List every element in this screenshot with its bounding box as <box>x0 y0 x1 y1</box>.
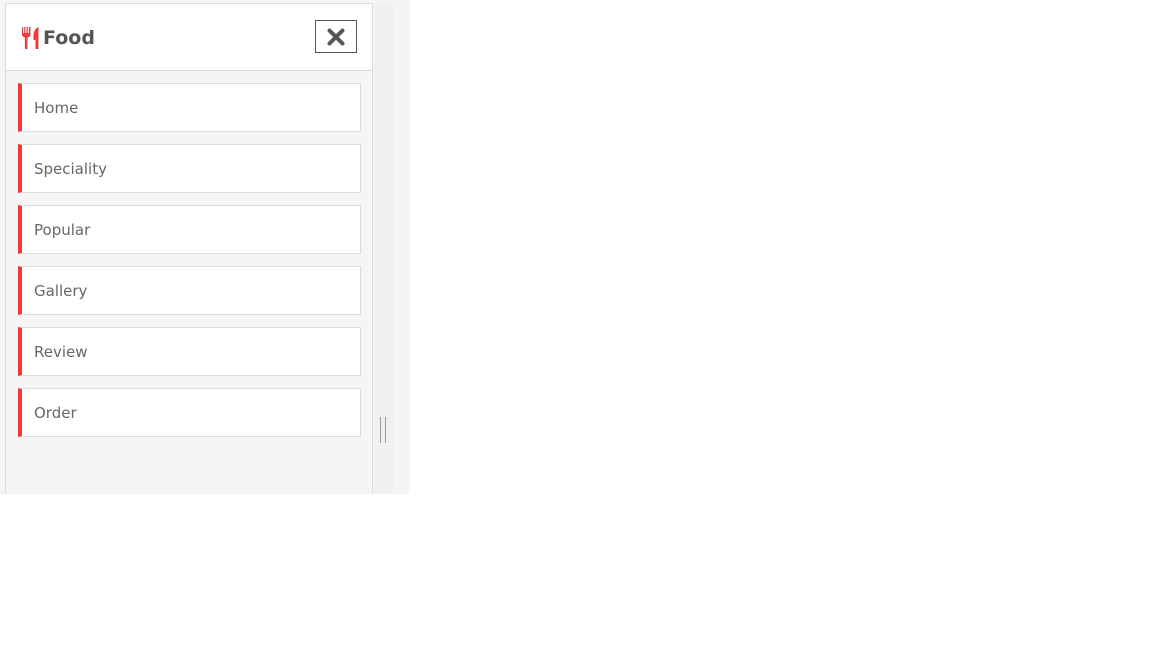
nav-item-review[interactable]: Review <box>18 327 361 376</box>
nav-item-gallery[interactable]: Gallery <box>18 266 361 315</box>
nav-item-label: Speciality <box>34 159 107 178</box>
nav-item-popular[interactable]: Popular <box>18 205 361 254</box>
nav-item-label: Gallery <box>34 281 88 300</box>
resize-grip-icon[interactable] <box>380 417 386 443</box>
nav-item-label: Order <box>34 403 77 422</box>
nav-item-label: Popular <box>34 220 91 239</box>
close-button[interactable] <box>315 20 357 53</box>
drawer-header: Food <box>6 4 372 71</box>
side-drawer: Food Home Speciality Popular Gallery Rev… <box>5 3 373 494</box>
utensils-icon <box>22 27 39 49</box>
grip-line <box>385 417 386 443</box>
nav-item-label: Review <box>34 342 88 361</box>
grip-line <box>380 417 381 443</box>
app-frame: Food Home Speciality Popular Gallery Rev… <box>0 0 410 494</box>
nav-item-home[interactable]: Home <box>18 83 361 132</box>
close-x-icon <box>327 28 345 45</box>
nav-item-speciality[interactable]: Speciality <box>18 144 361 193</box>
nav-item-order[interactable]: Order <box>18 388 361 437</box>
brand-logo[interactable]: Food <box>21 25 95 51</box>
nav-item-label: Home <box>34 98 79 117</box>
nav-menu: Home Speciality Popular Gallery Review O… <box>18 83 361 449</box>
brand-name: Food <box>43 27 95 49</box>
